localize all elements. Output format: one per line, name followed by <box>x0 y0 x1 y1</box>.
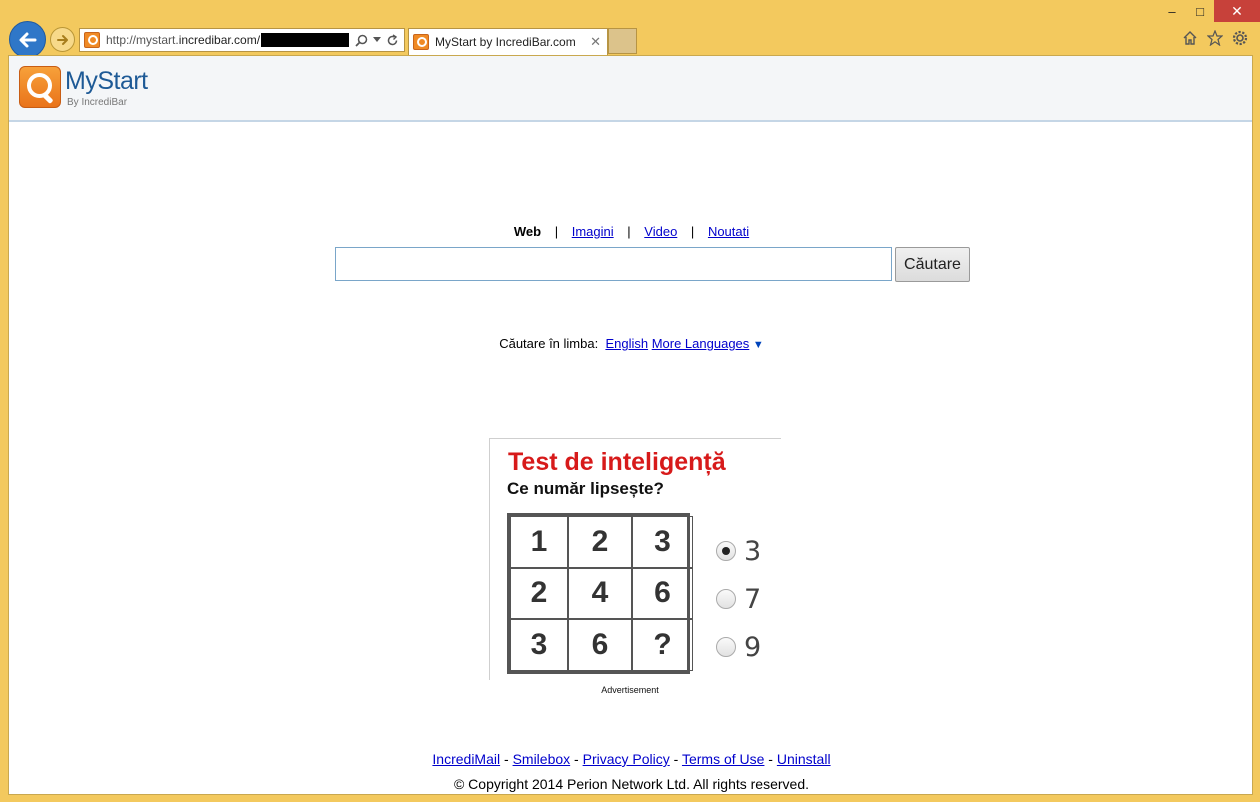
number-grid: 1 2 3 2 4 6 3 6 ? <box>507 513 693 674</box>
logo-subtitle: By IncrediBar <box>67 97 128 108</box>
browser-toolbar-icons <box>1181 28 1248 48</box>
mystart-logo-icon[interactable] <box>19 66 61 108</box>
footer-separator: - <box>669 751 682 767</box>
search-icon[interactable] <box>355 34 368 47</box>
answer-option[interactable]: 3 <box>716 527 761 575</box>
back-button[interactable] <box>9 21 46 58</box>
language-row: Căutare în limba: English More Languages… <box>9 336 1254 351</box>
search-button[interactable]: Căutare <box>895 247 970 282</box>
answer-label: 3 <box>744 535 762 567</box>
ad-title: Test de inteligență <box>508 448 726 476</box>
refresh-icon[interactable] <box>386 33 399 47</box>
browser-chrome: http://mystart.incredibar.com/ MyStart b… <box>0 0 1260 58</box>
tab-close-icon[interactable]: ✕ <box>590 34 601 50</box>
forward-arrow-icon <box>56 34 68 45</box>
search-type-tabs: Web | Imagini | Video | Noutati <box>9 224 1254 239</box>
advertisement-banner[interactable]: Test de inteligență Ce număr lipsește? 1… <box>489 438 781 680</box>
grid-cell: 3 <box>510 619 568 671</box>
tab-separator: | <box>554 224 559 239</box>
answer-label: 7 <box>744 583 762 615</box>
ad-caption: Advertisement <box>601 685 659 695</box>
search-input[interactable] <box>335 247 892 281</box>
grid-cell: 1 <box>510 516 568 568</box>
maximize-button[interactable]: □ <box>1186 0 1214 22</box>
ad-question: Ce număr lipsește? <box>507 479 664 498</box>
answer-label: 9 <box>744 631 762 663</box>
footer-link-privacy[interactable]: Privacy Policy <box>583 751 670 767</box>
footer-link-incredimail[interactable]: IncrediMail <box>432 751 500 767</box>
tab-web[interactable]: Web <box>514 224 541 239</box>
tab-title: MyStart by IncrediBar.com <box>435 35 576 49</box>
answer-option[interactable]: 9 <box>716 623 761 671</box>
radio-button-checked[interactable] <box>716 541 736 561</box>
tab-separator: | <box>690 224 695 239</box>
favorites-star-icon[interactable] <box>1206 28 1223 48</box>
grid-cell: 6 <box>632 567 693 620</box>
home-icon[interactable] <box>1181 28 1198 48</box>
browser-tab-mystart[interactable]: MyStart by IncrediBar.com ✕ <box>408 28 608 55</box>
radio-button[interactable] <box>716 589 736 609</box>
language-english-link[interactable]: English <box>605 336 648 351</box>
footer-link-terms[interactable]: Terms of Use <box>682 751 764 767</box>
grid-cell: 2 <box>568 516 632 568</box>
grid-cell-missing: ? <box>632 619 693 671</box>
page-header: MyStart By IncrediBar <box>9 56 1252 122</box>
footer-separator: - <box>764 751 777 767</box>
minimize-button[interactable]: – <box>1158 0 1186 22</box>
radio-button[interactable] <box>716 637 736 657</box>
redacted-url-segment <box>261 33 350 47</box>
answer-option[interactable]: 7 <box>716 575 761 623</box>
chevron-down-icon[interactable]: ▼ <box>753 339 764 351</box>
dropdown-icon[interactable] <box>373 37 381 43</box>
footer-link-smilebox[interactable]: Smilebox <box>513 751 571 767</box>
footer-separator: - <box>500 751 513 767</box>
tab-news[interactable]: Noutati <box>708 224 749 239</box>
back-arrow-icon <box>19 32 36 47</box>
footer-separator: - <box>570 751 583 767</box>
page-viewport: MyStart By IncrediBar Web | Imagini | Vi… <box>8 55 1253 795</box>
address-url[interactable]: http://mystart.incredibar.com/ <box>106 33 260 47</box>
site-favicon-icon <box>84 32 100 48</box>
forward-button[interactable] <box>50 27 75 52</box>
window-controls: – □ ✕ <box>1158 0 1260 22</box>
grid-cell: 6 <box>568 619 632 671</box>
answer-options: 3 7 9 <box>716 527 761 671</box>
copyright-text: © Copyright 2014 Perion Network Ltd. All… <box>453 776 810 792</box>
address-bar[interactable]: http://mystart.incredibar.com/ <box>79 28 405 52</box>
footer-links: IncrediMail - Smilebox - Privacy Policy … <box>9 751 1254 767</box>
grid-cell: 3 <box>632 516 693 568</box>
tab-separator: | <box>627 224 631 239</box>
grid-cell: 4 <box>568 567 632 620</box>
more-languages-link[interactable]: More Languages <box>652 336 750 351</box>
tab-images[interactable]: Imagini <box>572 224 614 239</box>
settings-gear-icon[interactable] <box>1231 28 1248 48</box>
tab-video[interactable]: Video <box>644 224 677 239</box>
footer-link-uninstall[interactable]: Uninstall <box>777 751 831 767</box>
new-tab-button[interactable] <box>608 28 637 54</box>
logo-text[interactable]: MyStart <box>65 67 148 96</box>
language-prompt: Căutare în limba: <box>499 336 599 351</box>
grid-cell: 2 <box>510 567 568 620</box>
close-button[interactable]: ✕ <box>1214 0 1260 22</box>
tab-favicon-icon <box>413 34 429 50</box>
